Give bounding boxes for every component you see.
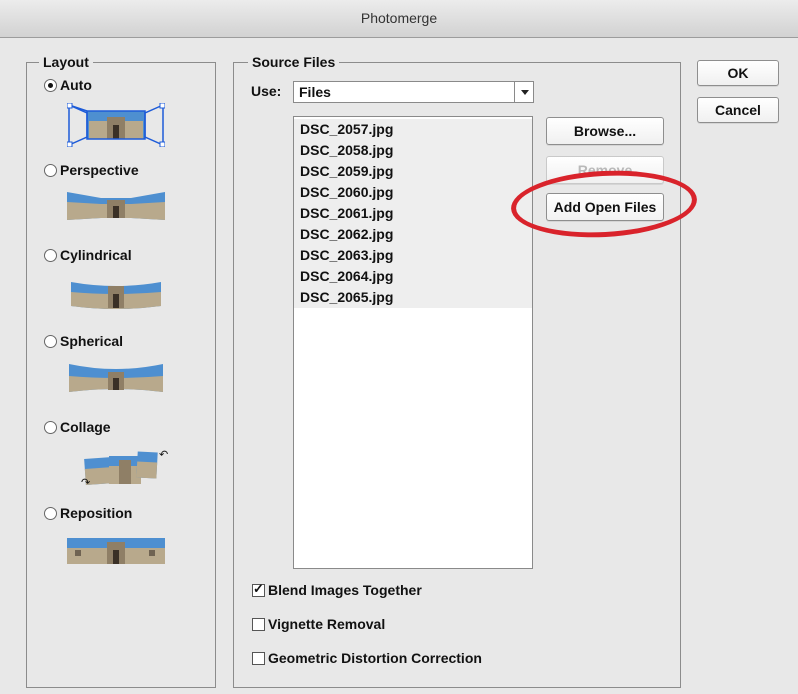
svg-text:↷: ↷ <box>81 477 90 488</box>
layout-option-label: Reposition <box>60 505 133 521</box>
blend-images-label: Blend Images Together <box>268 582 422 598</box>
layout-option-label: Auto <box>60 77 92 93</box>
source-files-legend: Source Files <box>248 54 340 70</box>
list-item[interactable]: DSC_2062.jpg <box>294 224 532 245</box>
svg-text:↶: ↶ <box>159 449 168 461</box>
ok-button[interactable]: OK <box>697 60 779 86</box>
layout-option-label: Spherical <box>60 333 124 349</box>
layout-option-reposition[interactable]: Reposition <box>44 504 132 522</box>
layout-option-auto[interactable]: Auto <box>44 76 92 94</box>
layout-option-spherical[interactable]: Spherical <box>44 332 123 350</box>
list-item[interactable]: DSC_2058.jpg <box>294 140 532 161</box>
chevron-down-icon[interactable] <box>514 82 533 102</box>
geometric-distortion-label: Geometric Distortion Correction <box>268 650 482 666</box>
geometric-distortion-checkbox[interactable] <box>252 651 265 665</box>
radio-perspective[interactable] <box>44 163 57 177</box>
list-item[interactable]: DSC_2061.jpg <box>294 203 532 224</box>
list-item[interactable]: DSC_2057.jpg <box>294 119 532 140</box>
list-item[interactable]: DSC_2063.jpg <box>294 245 532 266</box>
window-title: Photomerge <box>360 10 438 26</box>
radio-cylindrical[interactable] <box>44 248 57 262</box>
vignette-removal-checkbox[interactable] <box>252 617 265 631</box>
list-item[interactable]: DSC_2065.jpg <box>294 287 532 308</box>
blend-images-option[interactable]: Blend Images Together <box>252 581 422 599</box>
layout-option-label: Collage <box>60 419 111 435</box>
radio-spherical[interactable] <box>44 334 57 348</box>
title-bar: Photomerge <box>0 0 798 38</box>
radio-reposition[interactable] <box>44 506 57 520</box>
list-item[interactable]: DSC_2060.jpg <box>294 182 532 203</box>
layout-option-cylindrical[interactable]: Cylindrical <box>44 246 132 264</box>
vignette-removal-label: Vignette Removal <box>268 616 386 632</box>
use-select-value: Files <box>299 84 331 100</box>
auto-layout-thumbnail <box>67 103 165 147</box>
layout-legend: Layout <box>39 54 93 70</box>
blend-images-checkbox[interactable] <box>252 581 265 597</box>
file-list[interactable]: DSC_2057.jpg DSC_2058.jpg DSC_2059.jpg D… <box>293 116 533 569</box>
cancel-button[interactable]: Cancel <box>697 97 779 123</box>
reposition-thumbnail <box>67 538 165 564</box>
layout-option-label: Perspective <box>60 162 139 178</box>
radio-auto[interactable] <box>44 78 57 92</box>
use-select[interactable]: Files <box>293 81 534 103</box>
browse-button[interactable]: Browse... <box>546 117 664 145</box>
list-item[interactable]: DSC_2059.jpg <box>294 161 532 182</box>
use-label: Use: <box>251 83 282 99</box>
list-item[interactable]: DSC_2064.jpg <box>294 266 532 287</box>
layout-option-perspective[interactable]: Perspective <box>44 161 139 179</box>
geometric-distortion-option[interactable]: Geometric Distortion Correction <box>252 649 482 667</box>
layout-option-label: Cylindrical <box>60 247 132 263</box>
collage-thumbnail: ↶ ↷ <box>81 449 168 488</box>
spherical-thumbnail <box>69 364 163 392</box>
layout-option-collage[interactable]: Collage <box>44 418 111 436</box>
radio-collage[interactable] <box>44 420 57 434</box>
vignette-removal-option[interactable]: Vignette Removal <box>252 615 385 633</box>
perspective-thumbnail <box>67 192 165 220</box>
cylindrical-thumbnail <box>71 282 161 309</box>
